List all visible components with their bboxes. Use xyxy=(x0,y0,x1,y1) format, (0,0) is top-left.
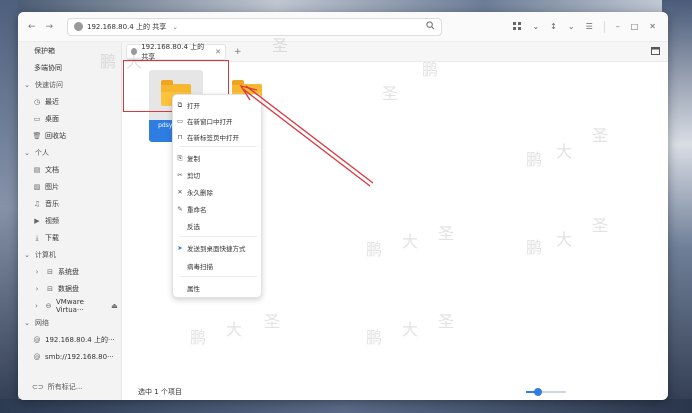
annotation-arrow xyxy=(239,84,374,187)
